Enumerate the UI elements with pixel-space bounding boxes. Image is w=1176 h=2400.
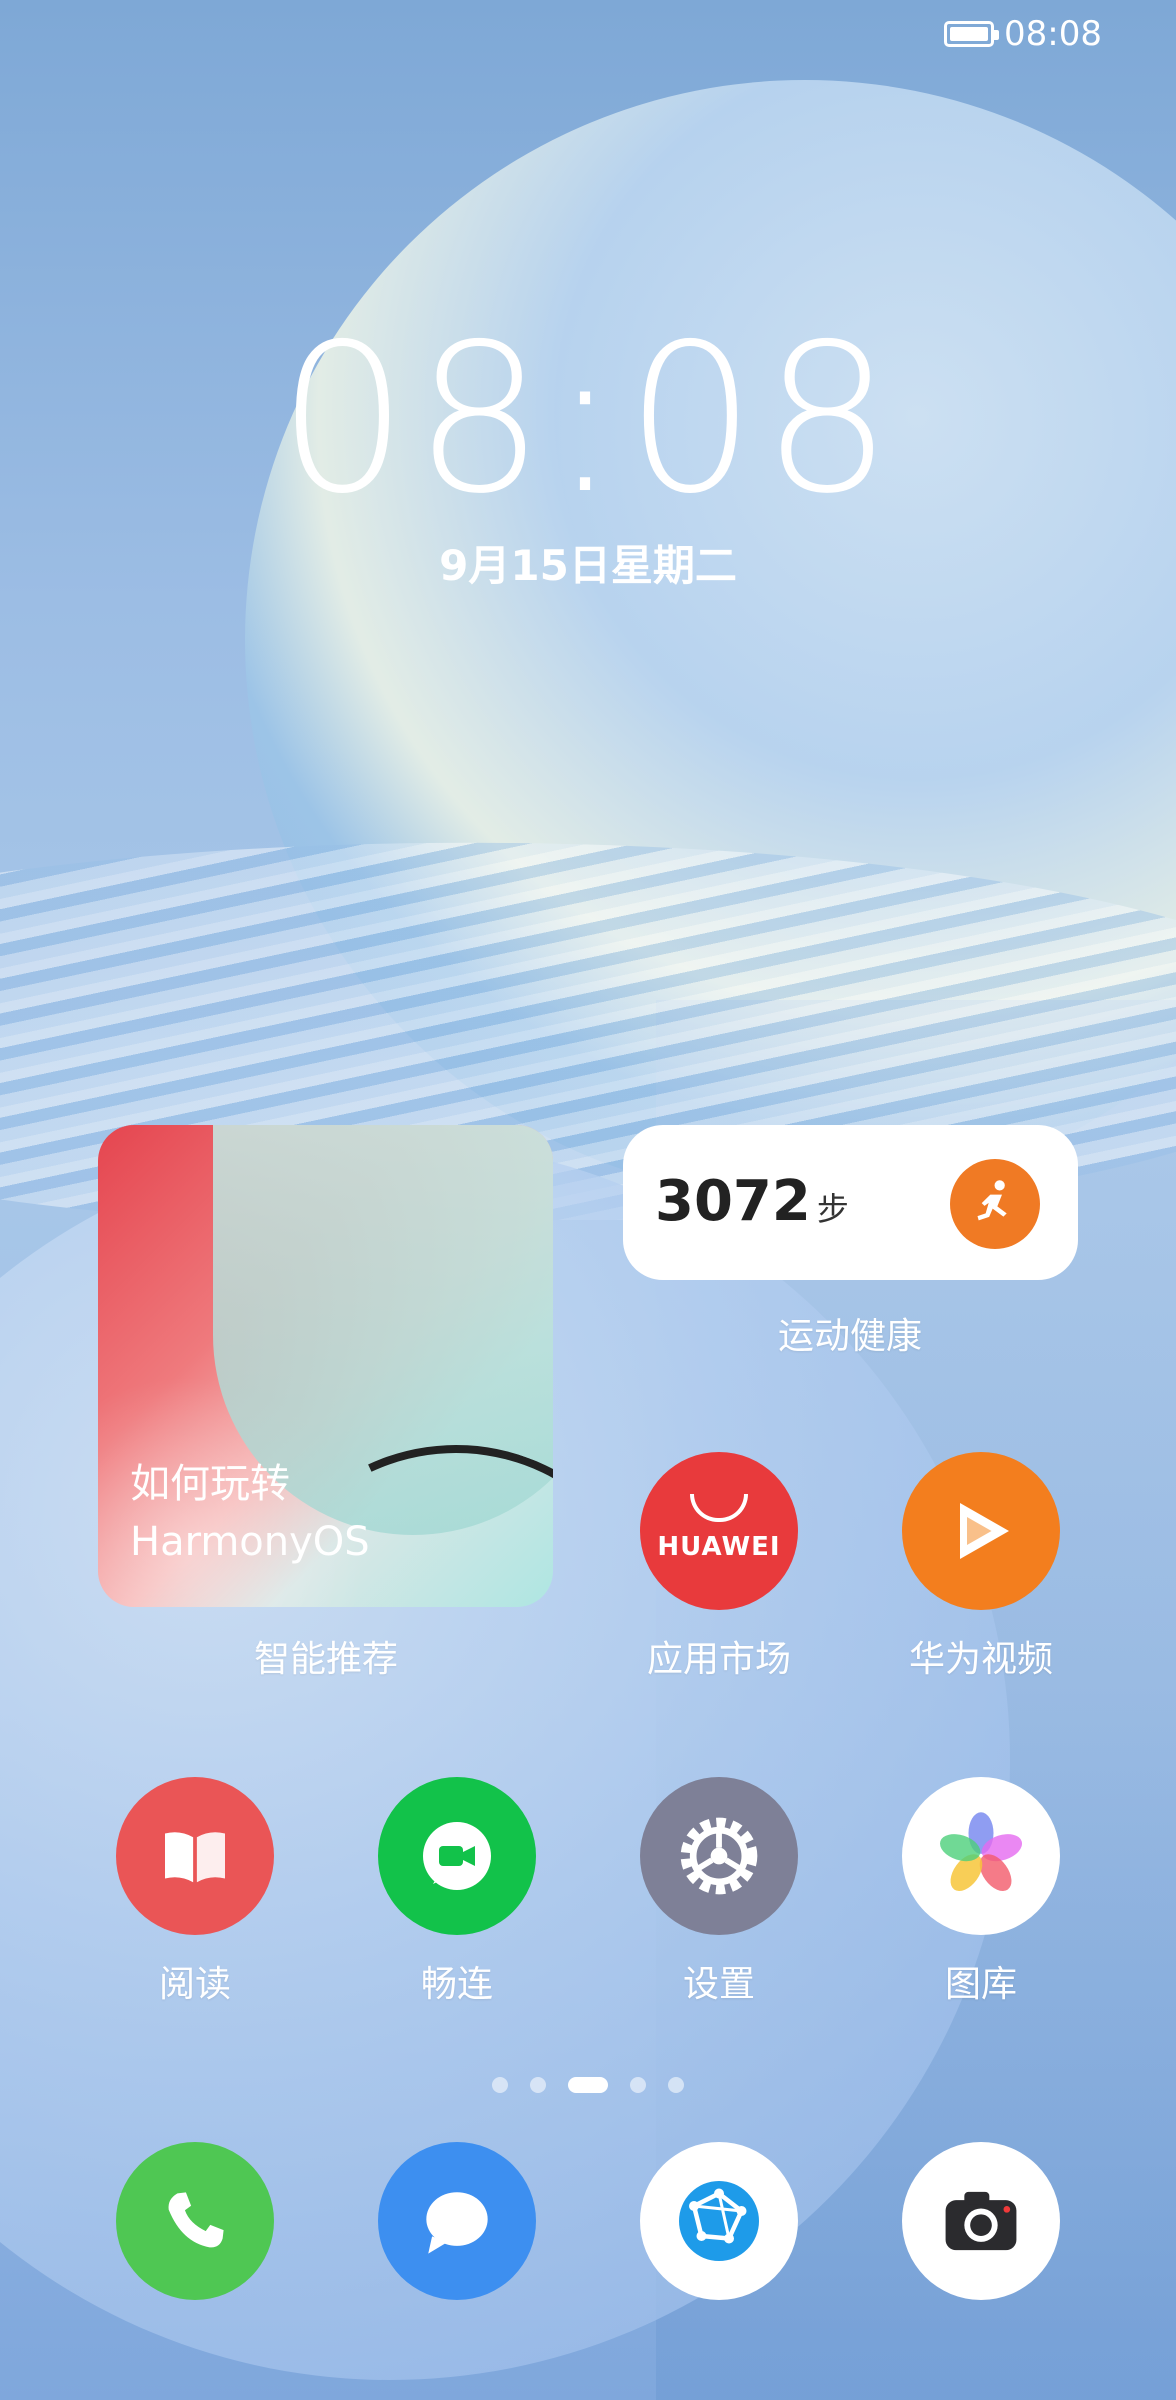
reader-icon[interactable]	[116, 1777, 274, 1935]
recommend-text: 如何玩转 HarmonyOS	[130, 1455, 370, 1571]
app-market-icon[interactable]: HUAWEI	[640, 1452, 798, 1610]
huawei-video-icon[interactable]	[902, 1452, 1060, 1610]
page-indicator[interactable]	[0, 2077, 1176, 2093]
recommend-line1: 如何玩转	[130, 1461, 290, 1507]
page-dot[interactable]	[530, 2077, 546, 2093]
smart-recommend-widget[interactable]: 如何玩转 HarmonyOS	[98, 1125, 553, 1607]
phone-icon[interactable]	[116, 2142, 274, 2300]
step-count: 3072 步	[655, 1169, 849, 1234]
clock-widget-time[interactable]: 08:08	[0, 310, 1176, 530]
camera-icon[interactable]	[902, 2142, 1060, 2300]
huawei-brand-text: HUAWEI	[657, 1532, 781, 1562]
meetime-label: 畅连	[420, 1964, 493, 2005]
settings-gear-icon[interactable]	[640, 1777, 798, 1935]
browser-globe-icon[interactable]	[640, 2142, 798, 2300]
running-person-icon	[950, 1159, 1040, 1249]
step-unit: 步	[816, 1190, 849, 1228]
battery-icon	[944, 21, 1000, 47]
recommend-line2: HarmonyOS	[130, 1519, 370, 1565]
reader-label: 阅读	[158, 1964, 231, 2005]
message-bubble-icon[interactable]	[378, 2142, 536, 2300]
page-dot[interactable]	[492, 2077, 508, 2093]
status-bar: 08:08	[944, 14, 1102, 54]
shopping-bag-smile	[690, 1494, 748, 1522]
settings-label: 设置	[682, 1964, 755, 2005]
gallery-flower-icon[interactable]	[902, 1777, 1060, 1935]
gallery-label: 图库	[944, 1964, 1017, 2005]
huawei-video-label: 华为视频	[908, 1639, 1053, 1680]
status-time: 08:08	[1004, 14, 1102, 54]
app-market-label: 应用市场	[646, 1639, 791, 1680]
page-dot[interactable]	[668, 2077, 684, 2093]
page-dot[interactable]	[630, 2077, 646, 2093]
meetime-icon[interactable]	[378, 1777, 536, 1935]
health-steps-widget[interactable]: 3072 步	[623, 1125, 1078, 1280]
page-dot-active[interactable]	[568, 2077, 608, 2093]
smart-recommend-label: 智能推荐	[253, 1639, 398, 1680]
health-label: 运动健康	[777, 1316, 922, 1357]
step-number: 3072	[655, 1169, 811, 1234]
clock-widget-date[interactable]: 9月15日星期二	[0, 532, 1176, 593]
home-screen: 08:08 08:08 9月15日星期二 如何玩转 HarmonyOS 智能推荐…	[0, 0, 1176, 2400]
